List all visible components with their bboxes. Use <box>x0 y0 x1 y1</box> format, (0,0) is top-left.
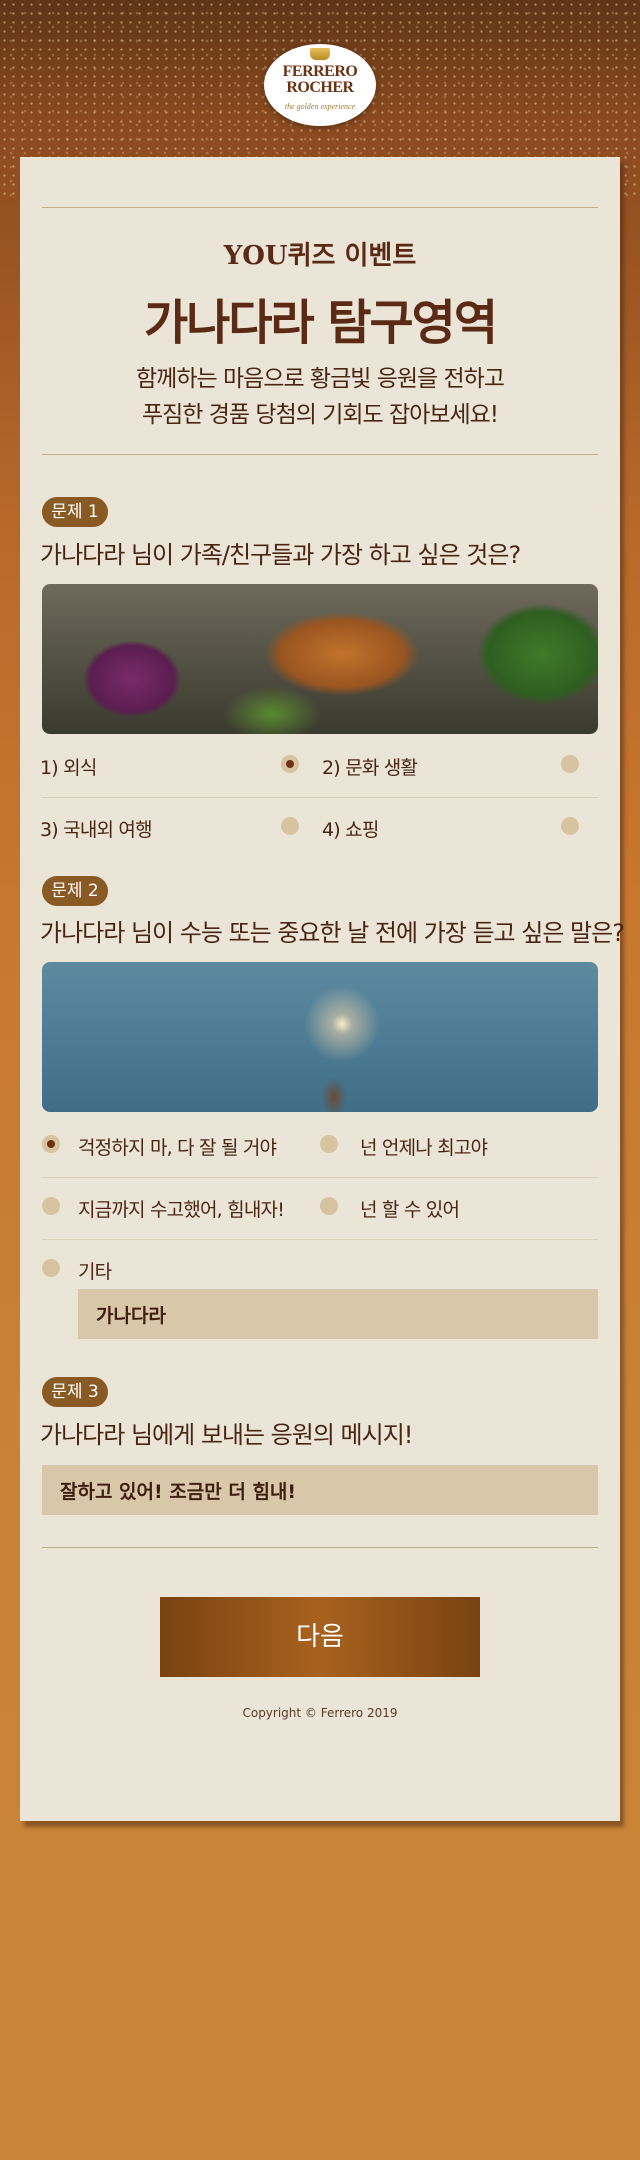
q1-option-2-radio-icon[interactable] <box>561 755 579 773</box>
q2-option-4-label[interactable]: 넌 할 수 있어 <box>360 1195 460 1222</box>
question-1-badge: 문제 1 <box>42 497 108 527</box>
crown-icon <box>310 48 330 60</box>
q1-option-1-label[interactable]: 1) 외식 <box>40 753 97 780</box>
q1-option-3-radio-icon[interactable] <box>281 817 299 835</box>
q1-option-3-label[interactable]: 3) 국내외 여행 <box>40 815 153 842</box>
page-title: 가나다라 탐구영역 <box>144 295 498 351</box>
next-button[interactable]: 다음 <box>160 1597 480 1677</box>
question-1-photo-food <box>42 584 598 734</box>
q2-option-1-radio-selected-icon[interactable] <box>42 1135 60 1153</box>
option-separator <box>42 1239 598 1240</box>
q2-option-3-radio-icon[interactable] <box>42 1197 60 1215</box>
q2-other-input[interactable] <box>78 1289 598 1339</box>
q3-message-input[interactable] <box>42 1465 598 1515</box>
q1-option-1-radio-selected-icon[interactable] <box>281 755 299 773</box>
q2-option-5-label[interactable]: 기타 <box>78 1257 112 1284</box>
q2-option-1-label[interactable]: 걱정하지 마, 다 잘 될 거야 <box>78 1133 277 1160</box>
description-line-1: 함께하는 마음으로 황금빛 응원을 전하고 <box>136 366 505 392</box>
question-2-text: 가나다라 님이 수능 또는 중요한 날 전에 가장 듣고 싶은 말은? <box>40 919 625 947</box>
question-3-badge: 문제 3 <box>42 1377 108 1407</box>
divider <box>42 207 598 208</box>
question-2-photo-sparkler <box>42 962 598 1112</box>
quiz-card: YOU퀴즈 이벤트 가나다라 탐구영역 함께하는 마음으로 황금빛 응원을 전하… <box>20 157 625 1821</box>
divider <box>42 1547 598 1548</box>
q2-option-4-radio-icon[interactable] <box>320 1197 338 1215</box>
logo-tagline: the golden experience <box>284 102 356 111</box>
question-3-text: 가나다라 님에게 보내는 응원의 메시지! <box>40 1421 413 1449</box>
q2-option-5-radio-icon[interactable] <box>42 1259 60 1277</box>
divider <box>42 454 598 455</box>
option-separator <box>42 1177 598 1178</box>
copyright: Copyright © Ferrero 2019 <box>242 1706 398 1720</box>
question-2-badge: 문제 2 <box>42 876 108 906</box>
option-separator <box>42 797 598 798</box>
logo-brand: FERRERO ROCHER <box>282 63 358 96</box>
ferrero-rocher-logo: FERRERO ROCHER the golden experience <box>264 44 376 126</box>
q2-option-3-label[interactable]: 지금까지 수고했어, 힘내자! <box>78 1195 285 1222</box>
event-subtitle: YOU퀴즈 이벤트 <box>223 241 417 271</box>
q1-option-2-label[interactable]: 2) 문화 생활 <box>322 753 418 780</box>
description-line-2: 푸짐한 경품 당첨의 기회도 잡아보세요! <box>141 402 499 428</box>
q1-option-4-radio-icon[interactable] <box>561 817 579 835</box>
question-1-text: 가나다라 님이 가족/친구들과 가장 하고 싶은 것은? <box>40 541 521 569</box>
q2-option-2-label[interactable]: 넌 언제나 최고야 <box>360 1133 488 1160</box>
q1-option-4-label[interactable]: 4) 쇼핑 <box>322 815 379 842</box>
q2-option-2-radio-icon[interactable] <box>320 1135 338 1153</box>
